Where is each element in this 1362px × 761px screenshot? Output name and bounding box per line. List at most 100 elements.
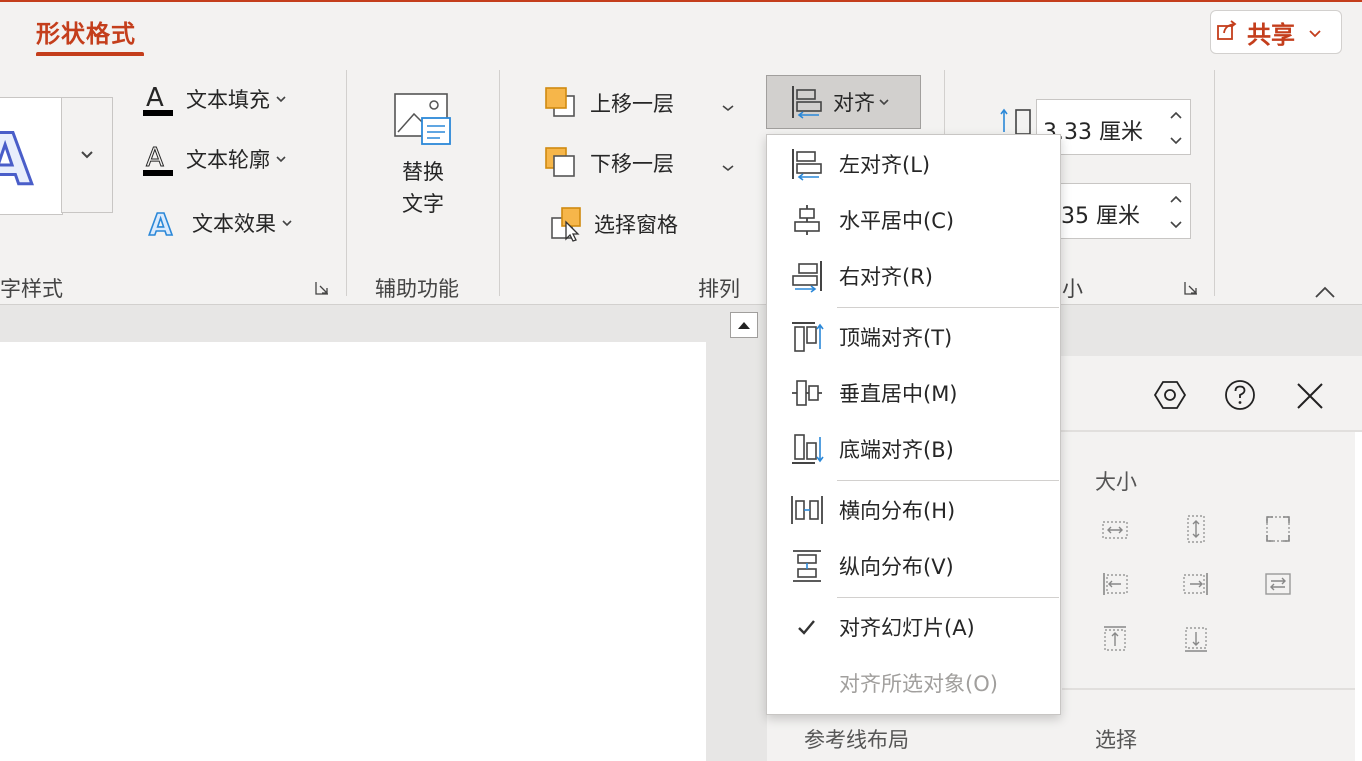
- help-icon[interactable]: [1223, 378, 1257, 416]
- alt-text-icon: [394, 93, 451, 145]
- group-label-size: 小: [1062, 277, 1083, 301]
- text-outline-button[interactable]: A 文本轮廓: [142, 140, 286, 178]
- bring-forward-label: 上移一层: [590, 92, 674, 116]
- menu-item-label: 顶端对齐(T): [839, 326, 953, 350]
- pane-scroll-track[interactable]: [1355, 432, 1362, 761]
- alt-text-label-line2: 文字: [402, 192, 444, 216]
- menu-item-label: 横向分布(H): [839, 499, 956, 523]
- menu-separator: [837, 480, 1059, 481]
- chevron-down-icon: [282, 220, 292, 227]
- svg-text:A: A: [146, 143, 164, 173]
- share-icon: [1215, 18, 1239, 46]
- settings-hex-icon[interactable]: [1153, 378, 1187, 416]
- slide-canvas[interactable]: [0, 342, 706, 761]
- align-center-icon: [794, 205, 820, 235]
- menu-separator: [837, 597, 1059, 598]
- menu-item-align-bottom[interactable]: 底端对齐(B): [767, 423, 1060, 475]
- group-separator: [499, 70, 500, 296]
- gallery-expand-button[interactable]: [61, 97, 113, 213]
- collapse-ribbon-icon[interactable]: [1314, 284, 1336, 303]
- align-right-icon: [792, 261, 822, 293]
- match-height-icon[interactable]: [1182, 514, 1208, 543]
- spinner-arrows-icon[interactable]: [1169, 192, 1183, 232]
- chevron-down-icon: [81, 151, 93, 159]
- swap-icon[interactable]: [1264, 570, 1291, 596]
- chevron-down-icon: [276, 156, 286, 163]
- align-bottom-edge-icon[interactable]: [1182, 624, 1208, 652]
- bring-forward-dropdown[interactable]: [722, 97, 734, 116]
- menu-item-label: 垂直居中(M): [839, 382, 958, 406]
- dialog-launcher-icon[interactable]: [314, 280, 330, 300]
- align-right-edge-icon[interactable]: [1182, 570, 1208, 596]
- menu-item-align-left[interactable]: 左对齐(L): [767, 138, 1060, 190]
- menu-item-align-to-slide[interactable]: 对齐幻灯片(A): [767, 601, 1060, 653]
- align-button[interactable]: 对齐: [766, 75, 921, 129]
- alt-text-button[interactable]: 替换 文字: [378, 88, 468, 218]
- menu-item-label: 纵向分布(V): [839, 555, 954, 579]
- svg-text:A: A: [0, 119, 32, 201]
- text-outline-label: 文本轮廓: [186, 148, 270, 172]
- match-width-icon[interactable]: [1101, 516, 1128, 542]
- align-left-edge-icon[interactable]: [1101, 570, 1128, 596]
- dialog-launcher-icon[interactable]: [1183, 280, 1199, 300]
- align-dropdown-menu: 左对齐(L) 水平居中(C) 右对齐(R) 顶端对齐(T) 垂直居中(M) 底端…: [766, 134, 1061, 715]
- selection-pane-label: 选择窗格: [594, 213, 678, 237]
- menu-item-distribute-vertical[interactable]: 纵向分布(V): [767, 540, 1060, 592]
- text-effects-button[interactable]: A 文本效果: [146, 205, 292, 241]
- send-backward-icon: [545, 147, 575, 177]
- guides-layout-heading: 参考线布局: [804, 728, 909, 752]
- triangle-up-icon: [738, 322, 750, 329]
- group-separator: [346, 70, 347, 296]
- align-middle-icon: [792, 380, 822, 406]
- wordart-gallery[interactable]: A: [0, 97, 63, 215]
- menu-separator: [837, 307, 1059, 308]
- match-size-icon[interactable]: [1264, 514, 1290, 542]
- select-heading: 选择: [1095, 728, 1137, 752]
- menu-item-label: 对齐幻灯片(A): [839, 616, 975, 640]
- svg-text:A: A: [149, 208, 173, 241]
- menu-item-label: 底端对齐(B): [839, 438, 954, 462]
- chevron-down-icon: [722, 165, 734, 172]
- shape-width-value: 35 厘米: [1061, 204, 1140, 229]
- svg-text:A: A: [146, 83, 164, 113]
- menu-item-label: 右对齐(R): [839, 265, 933, 289]
- send-backward-label: 下移一层: [590, 152, 674, 176]
- distribute-horizontal-icon: [791, 496, 823, 524]
- pane-section-divider: [1062, 688, 1355, 690]
- menu-item-align-middle[interactable]: 垂直居中(M): [767, 367, 1060, 419]
- bring-forward-button[interactable]: 上移一层: [544, 86, 674, 120]
- spinner-arrows-icon[interactable]: [1169, 108, 1183, 148]
- send-backward-button[interactable]: 下移一层: [544, 146, 674, 180]
- menu-item-label: 对齐所选对象(O): [839, 672, 998, 696]
- group-separator: [1214, 70, 1215, 296]
- tab-shape-format[interactable]: 形状格式: [36, 14, 136, 49]
- text-fill-icon: A: [143, 83, 173, 116]
- scroll-up-button[interactable]: [730, 312, 758, 338]
- align-label: 对齐: [833, 91, 875, 115]
- wordart-sample-icon: A: [0, 118, 34, 203]
- distribute-vertical-icon: [793, 550, 821, 582]
- alt-text-label-line1: 替换: [402, 160, 444, 184]
- menu-item-label: 水平居中(C): [839, 209, 955, 233]
- menu-item-distribute-horizontal[interactable]: 横向分布(H): [767, 484, 1060, 536]
- align-top-edge-icon[interactable]: [1101, 624, 1127, 651]
- menu-item-align-top[interactable]: 顶端对齐(T): [767, 311, 1060, 363]
- align-top-icon: [792, 322, 824, 352]
- share-button[interactable]: 共享: [1210, 10, 1342, 54]
- text-effects-icon: A: [148, 207, 174, 241]
- group-label-wordart-styles: 字样式: [0, 277, 63, 301]
- align-bottom-icon: [792, 434, 824, 464]
- selection-pane-button[interactable]: 选择窗格: [550, 206, 678, 242]
- check-icon: [798, 620, 815, 635]
- group-label-arrange: 排列: [698, 277, 740, 301]
- close-icon[interactable]: [1295, 381, 1325, 415]
- menu-item-align-center[interactable]: 水平居中(C): [767, 194, 1060, 246]
- align-left-icon: [792, 149, 822, 181]
- send-backward-dropdown[interactable]: [722, 157, 734, 176]
- align-icon: [792, 86, 822, 119]
- text-outline-icon: A: [143, 143, 173, 176]
- chevron-down-icon: [1309, 23, 1321, 42]
- text-fill-button[interactable]: A 文本填充: [142, 80, 286, 118]
- menu-item-align-right[interactable]: 右对齐(R): [767, 250, 1060, 302]
- text-fill-label: 文本填充: [186, 88, 270, 112]
